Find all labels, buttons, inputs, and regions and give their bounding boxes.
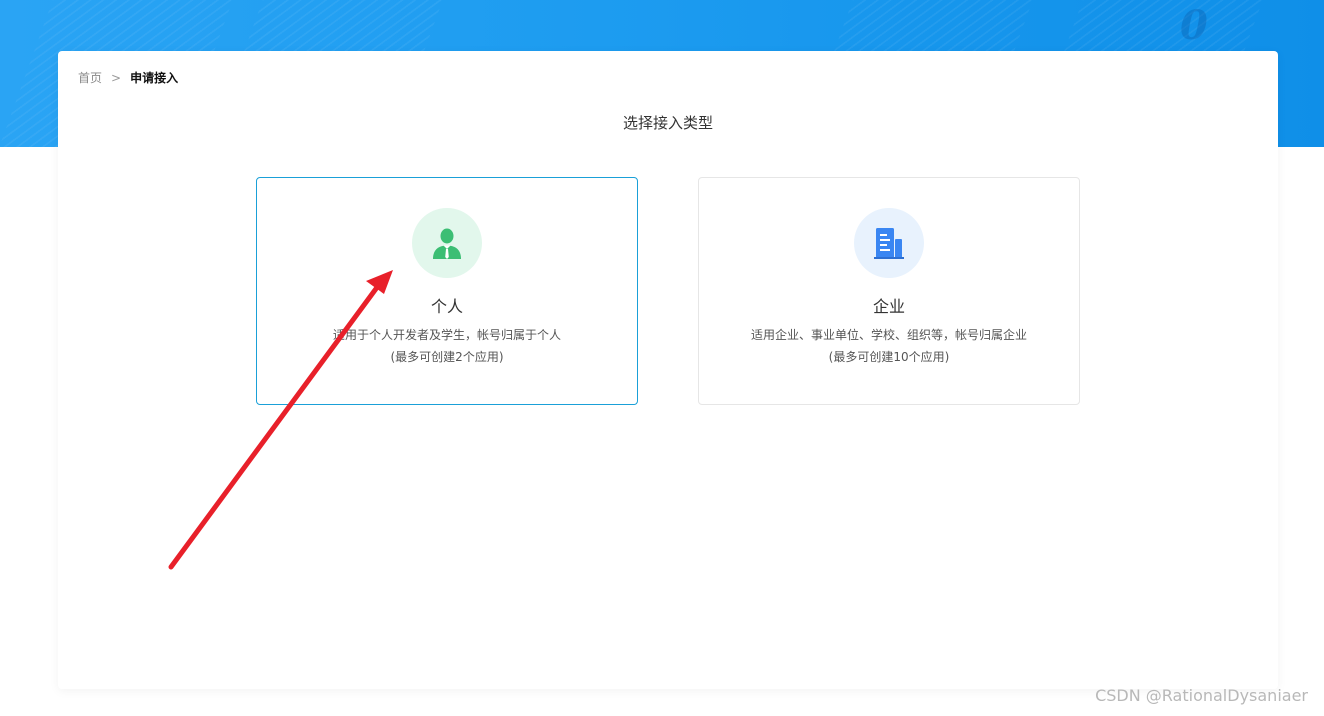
personal-icon-badge (412, 208, 482, 278)
page-title: 选择接入类型 (622, 114, 713, 132)
breadcrumb-home-link[interactable]: 首页 (78, 70, 102, 86)
access-type-limit: (最多可创建2个应用) (390, 350, 504, 364)
watermark: CSDN @RationalDysaniaer (1095, 686, 1308, 705)
main-panel: 首页 > 申请接入 选择接入类型 个人 适用于个人开发者及学生，帐号归属于个人 … (58, 51, 1278, 689)
access-type-personal-card[interactable]: 个人 适用于个人开发者及学生，帐号归属于个人 (最多可创建2个应用) (256, 177, 638, 405)
building-icon (874, 228, 904, 259)
breadcrumb-separator: > (111, 71, 122, 85)
access-type-enterprise-card[interactable]: 企业 适用企业、事业单位、学校、组织等，帐号归属企业 (最多可创建10个应用) (698, 177, 1080, 405)
person-icon (433, 228, 461, 259)
banner-decoration-glyph: 0 (1180, 2, 1208, 49)
access-type-limit: (最多可创建10个应用) (828, 350, 950, 364)
access-type-name: 企业 (872, 297, 905, 316)
access-type-description: 适用于个人开发者及学生，帐号归属于个人 (332, 328, 561, 342)
access-type-description: 适用企业、事业单位、学校、组织等，帐号归属企业 (750, 328, 1027, 342)
breadcrumb-current: 申请接入 (130, 71, 179, 85)
breadcrumb: 首页 > 申请接入 (78, 70, 178, 86)
access-type-name: 个人 (430, 297, 463, 316)
enterprise-icon-badge (854, 208, 924, 278)
